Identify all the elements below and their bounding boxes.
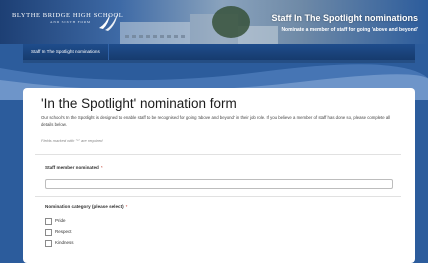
form-intro: Our school's In the Spotlight is designe… xyxy=(41,115,391,127)
required-star: * xyxy=(125,204,128,209)
checkbox-icon[interactable] xyxy=(45,240,52,247)
banner-tree xyxy=(212,6,250,38)
nomination-form-card: 'In the Spotlight' nomination form Our s… xyxy=(23,88,415,263)
header-banner: BLYTHE BRIDGE HIGH SCHOOL AND SIXTH FORM… xyxy=(0,0,428,44)
school-motto: AND SIXTH FORM xyxy=(50,20,91,24)
option-label: Respect xyxy=(55,229,72,234)
required-fields-note: Fields marked with "*" are required xyxy=(41,138,103,143)
staff-member-input[interactable] xyxy=(45,179,393,189)
staff-member-label: Staff member nominated * xyxy=(45,165,103,170)
swoosh-logo-icon[interactable] xyxy=(96,8,122,34)
banner-windows xyxy=(125,35,185,38)
banner-title: Staff In The Spotlight nominations xyxy=(271,13,419,23)
form-divider xyxy=(35,154,401,155)
category-label-text: Nomination category (please select) xyxy=(45,204,124,209)
form-divider xyxy=(35,196,401,197)
option-label: Pride xyxy=(55,218,66,223)
checkbox-icon[interactable] xyxy=(45,229,52,236)
form-title: 'In the Spotlight' nomination form xyxy=(41,96,237,111)
banner-subtitle: Nominate a member of staff for going 'ab… xyxy=(281,27,418,33)
required-star: * xyxy=(100,165,103,170)
banner-building-left xyxy=(120,22,190,44)
category-label: Nomination category (please select) * xyxy=(45,204,127,209)
nav-item-spotlight-nominations[interactable]: Staff In The Spotlight nominations xyxy=(23,44,109,60)
staff-member-label-text: Staff member nominated xyxy=(45,165,99,170)
option-label: Kindness xyxy=(55,240,74,245)
checkbox-icon[interactable] xyxy=(45,218,52,225)
main-nav: Staff In The Spotlight nominations xyxy=(23,44,415,60)
